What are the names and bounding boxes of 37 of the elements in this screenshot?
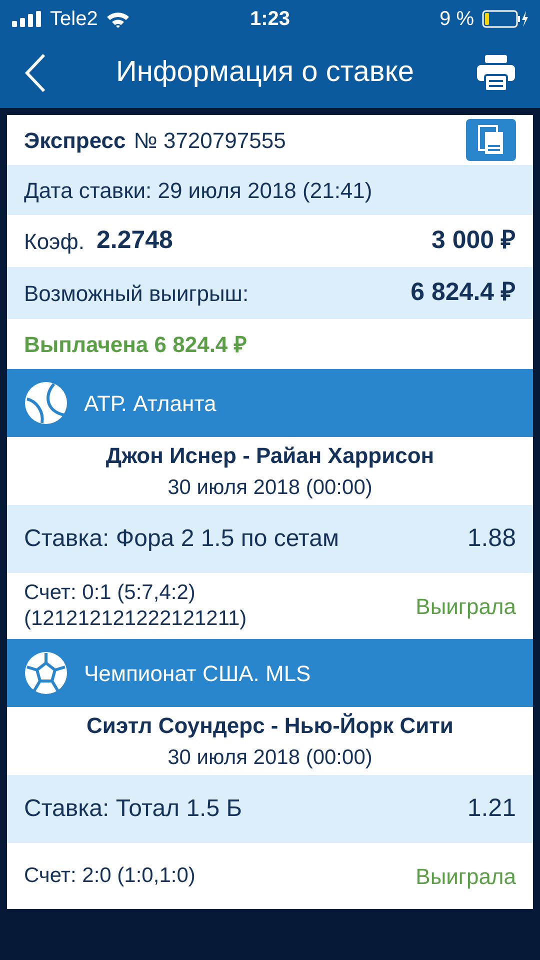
league-name: Чемпионат США. MLS [84,660,311,688]
stake-description: Ставка: Фора 2 1.5 по сетам [24,524,340,554]
battery-percent: 9 % [440,7,474,32]
league-name: АТР. Атланта [84,390,216,418]
match-teams: Сиэтл Соундерс - Нью-Йорк Сити [86,712,454,740]
print-button[interactable] [476,53,516,93]
bet-type: Экспресс [24,126,126,155]
stake-odds: 1.88 [467,523,516,554]
stake-amount: 3 000 ₽ [431,225,516,256]
bet-date: Дата ставки: 29 июля 2018 (21:41) [24,176,372,204]
coef-value: 2.2748 [96,225,174,256]
possible-win-label: Возможный выигрыш: [24,280,250,308]
score-text: (121212121222121211) [24,606,248,632]
soccer-ball-icon [24,651,68,695]
battery-charging-icon [482,10,528,28]
coef-label: Коэф. [24,228,84,256]
result-status: Выиграла [416,592,516,621]
result-status: Выиграла [416,862,516,891]
match-teams: Джон Иснер - Райан Харрисон [106,442,434,470]
wifi-icon [106,10,130,28]
match-date: 30 июля 2018 (00:00) [168,474,372,501]
score-text: Счет: 0:1 (5:7,4:2) [24,580,196,606]
possible-win-value: 6 824.4 ₽ [410,277,516,308]
stake-description: Ставка: Тотал 1.5 Б [24,794,243,824]
paid-amount: Выплачена 6 824.4 ₽ [24,330,247,358]
bet-number: № 3720797555 [134,126,287,154]
printer-icon [477,55,515,91]
match-date: 30 июля 2018 (00:00) [168,744,372,771]
copy-button[interactable] [466,119,516,161]
clock-time: 1:23 [250,7,290,32]
stake-odds: 1.21 [467,793,516,824]
tennis-ball-icon [24,381,68,425]
carrier-name: Tele2 [50,7,98,32]
score-text: Счет: 2:0 (1:0,1:0) [24,863,196,889]
page-title: Информация о ставке [115,55,415,90]
signal-icon [12,11,42,27]
back-chevron-icon [24,53,46,93]
